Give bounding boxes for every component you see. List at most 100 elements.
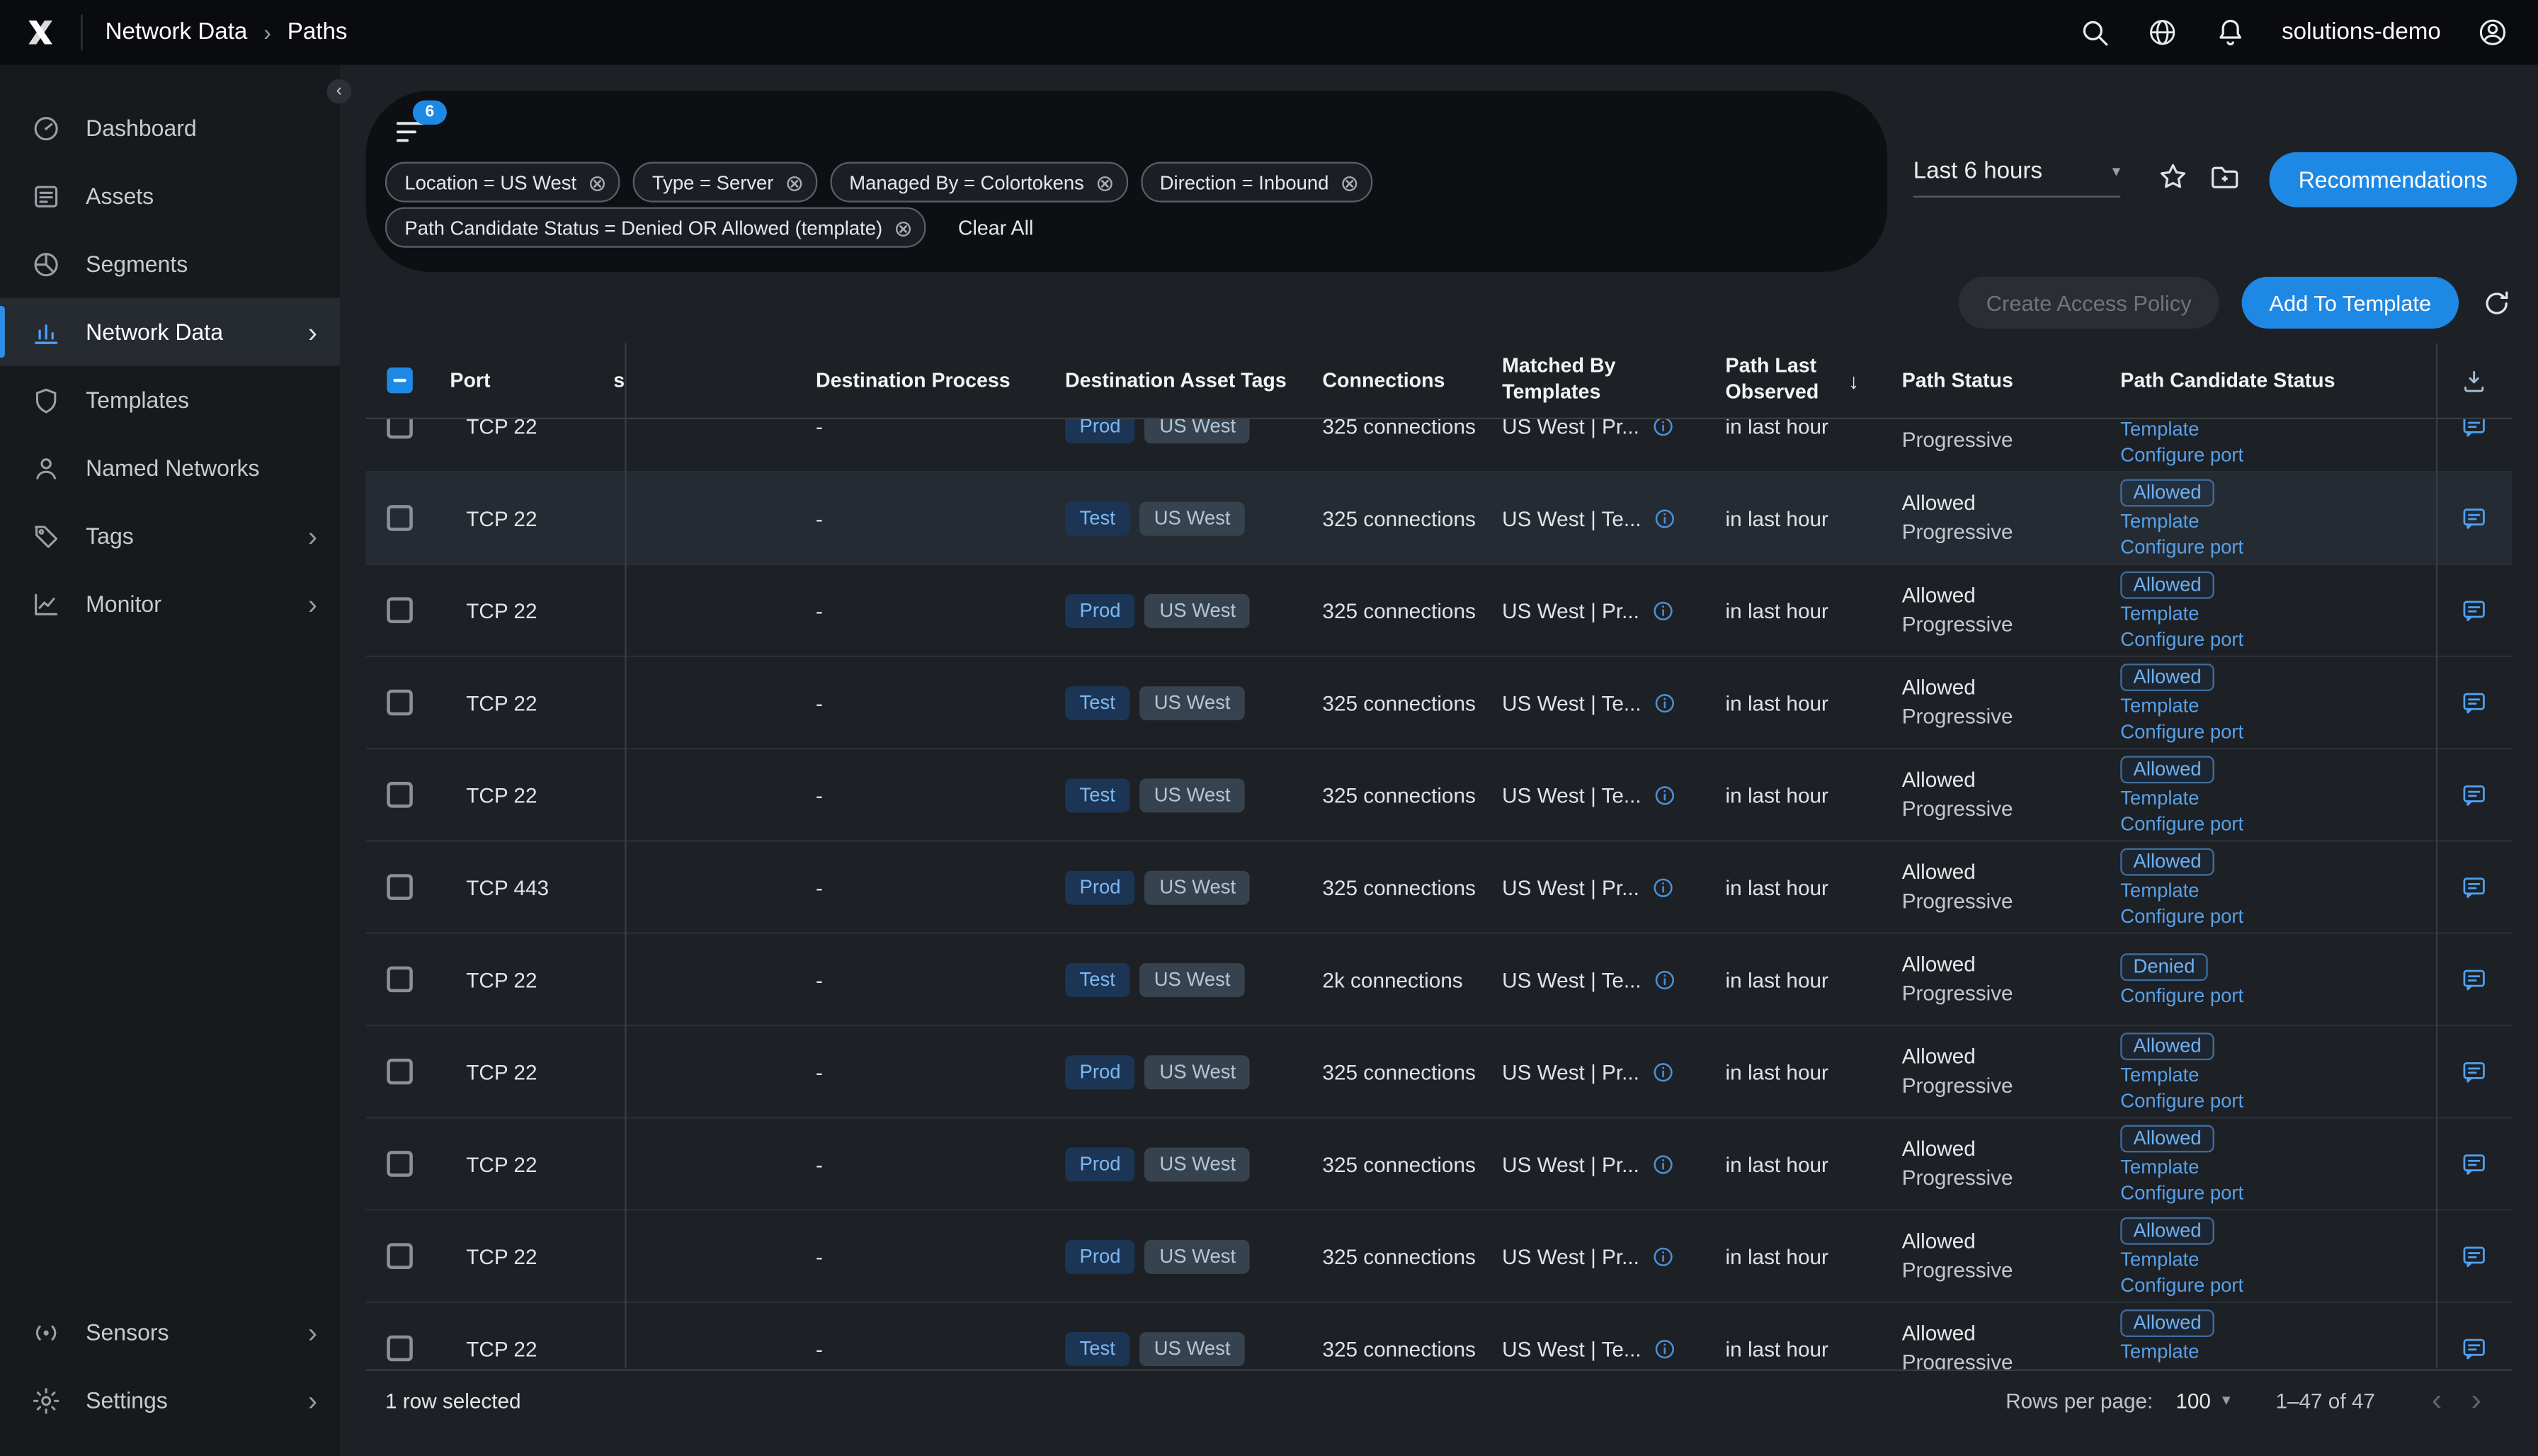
row-checkbox[interactable]: [387, 1059, 413, 1085]
remove-filter-icon[interactable]: ⊗: [1340, 171, 1359, 193]
table-row[interactable]: TCP 22 - TestUS West 325 connections US …: [366, 749, 2513, 841]
search-icon[interactable]: [2078, 16, 2110, 49]
column-header-truncated[interactable]: s: [593, 369, 625, 392]
comment-icon[interactable]: [2460, 965, 2488, 993]
candidate-action-link-configure-port[interactable]: Configure port: [2120, 625, 2243, 652]
app-logo-icon[interactable]: [23, 15, 58, 50]
column-header-path-candidate-status[interactable]: Path Candidate Status: [2112, 369, 2436, 392]
globe-icon[interactable]: [2146, 16, 2178, 49]
candidate-action-link-configure-port[interactable]: Configure port: [2120, 533, 2243, 559]
table-row[interactable]: TCP 22 - ProdUS West 325 connections US …: [366, 1211, 2513, 1303]
time-range-select[interactable]: Last 6 hours ▾: [1913, 159, 2121, 198]
candidate-action-link-template[interactable]: Template: [2120, 419, 2199, 441]
comment-icon[interactable]: [2460, 1335, 2488, 1363]
sidebar-item-sensors[interactable]: Sensors›: [0, 1298, 340, 1366]
table-row[interactable]: TCP 22 - ProdUS West 325 connections US …: [366, 1026, 2513, 1118]
filter-chip[interactable]: Type = Server⊗: [632, 162, 816, 203]
remove-filter-icon[interactable]: ⊗: [588, 171, 607, 193]
column-header-matched-by-templates[interactable]: Matched By Templates: [1502, 355, 1725, 405]
comment-icon[interactable]: [2460, 419, 2488, 440]
candidate-action-link-template[interactable]: Template: [2120, 1154, 2199, 1180]
table-row[interactable]: TCP 443 - ProdUS West 325 connections US…: [366, 842, 2513, 934]
table-row[interactable]: TCP 22 - TestUS West 325 connections US …: [366, 657, 2513, 749]
table-row[interactable]: TCP 22 - TestUS West 325 connections US …: [366, 472, 2513, 564]
candidate-action-link-configure-port[interactable]: Configure port: [2120, 1179, 2243, 1205]
candidate-action-link-template[interactable]: Template: [2120, 1338, 2199, 1364]
remove-filter-icon[interactable]: ⊗: [1096, 171, 1115, 193]
star-icon[interactable]: [2156, 160, 2190, 194]
row-checkbox[interactable]: [387, 1151, 413, 1177]
candidate-action-link-template[interactable]: Template: [2120, 1246, 2199, 1272]
sidebar-item-segments[interactable]: Segments: [0, 230, 340, 298]
column-header-connections[interactable]: Connections: [1322, 369, 1502, 392]
candidate-action-link-configure-port[interactable]: Configure port: [2120, 902, 2243, 928]
recommendations-button[interactable]: Recommendations: [2270, 152, 2517, 207]
info-icon[interactable]: [1653, 967, 1677, 991]
row-checkbox[interactable]: [387, 419, 413, 438]
candidate-action-link-template[interactable]: Template: [2120, 784, 2199, 810]
row-checkbox[interactable]: [387, 505, 413, 531]
table-row[interactable]: TCP 22 - ProdUS West 325 connections US …: [366, 419, 2513, 472]
remove-filter-icon[interactable]: ⊗: [894, 216, 913, 239]
sidebar-item-tags[interactable]: Tags›: [0, 502, 340, 570]
row-checkbox[interactable]: [387, 874, 413, 900]
comment-icon[interactable]: [2460, 873, 2488, 901]
column-header-destination-asset-tags[interactable]: Destination Asset Tags: [1065, 369, 1322, 392]
column-header-destination-process[interactable]: Destination Process: [808, 369, 1065, 392]
row-checkbox[interactable]: [387, 1336, 413, 1362]
candidate-action-link-configure-port[interactable]: Configure port: [2120, 1087, 2243, 1113]
info-icon[interactable]: [1651, 419, 1675, 438]
sidebar-item-assets[interactable]: Assets: [0, 162, 340, 230]
remove-filter-icon[interactable]: ⊗: [785, 171, 804, 193]
download-icon[interactable]: [2460, 367, 2488, 394]
info-icon[interactable]: [1651, 875, 1675, 899]
rows-per-page-select[interactable]: 100 ▾: [2175, 1388, 2230, 1412]
candidate-action-link-template[interactable]: Template: [2120, 600, 2199, 626]
clear-all-filters-button[interactable]: Clear All: [958, 216, 1033, 239]
candidate-action-link-configure-port[interactable]: Configure port: [2120, 718, 2243, 744]
info-icon[interactable]: [1651, 1244, 1675, 1268]
sidebar-item-templates[interactable]: Templates: [0, 366, 340, 434]
sidebar-collapse-button[interactable]: ‹: [327, 79, 351, 103]
info-icon[interactable]: [1653, 690, 1677, 715]
filter-chip[interactable]: Managed By = Colortokens⊗: [830, 162, 1127, 203]
candidate-action-link-template[interactable]: Template: [2120, 692, 2199, 718]
comment-icon[interactable]: [2460, 504, 2488, 532]
info-icon[interactable]: [1651, 1059, 1675, 1084]
save-view-folder-icon[interactable]: [2208, 160, 2242, 194]
previous-page-button[interactable]: ‹: [2417, 1384, 2457, 1415]
sidebar-item-settings[interactable]: Settings›: [0, 1366, 340, 1434]
row-checkbox[interactable]: [387, 782, 413, 808]
column-header-port[interactable]: Port: [434, 369, 593, 392]
sidebar-item-monitor[interactable]: Monitor›: [0, 570, 340, 638]
comment-icon[interactable]: [2460, 1150, 2488, 1178]
account-icon[interactable]: [2476, 16, 2509, 49]
bell-icon[interactable]: [2214, 16, 2246, 49]
candidate-action-link-configure-port[interactable]: Configure port: [2120, 441, 2243, 467]
table-row[interactable]: TCP 22 - ProdUS West 325 connections US …: [366, 565, 2513, 657]
table-row[interactable]: TCP 22 - TestUS West 325 connections US …: [366, 1303, 2513, 1370]
select-all-checkbox[interactable]: [387, 368, 413, 394]
comment-icon[interactable]: [2460, 689, 2488, 717]
comment-icon[interactable]: [2460, 781, 2488, 809]
filter-chip[interactable]: Location = US West⊗: [385, 162, 620, 203]
sort-descending-icon[interactable]: ↓: [1848, 368, 1859, 392]
sidebar-item-dashboard[interactable]: Dashboard: [0, 94, 340, 162]
column-header-path-status[interactable]: Path Status: [1902, 369, 2112, 392]
comment-icon[interactable]: [2460, 1242, 2488, 1270]
row-checkbox[interactable]: [387, 690, 413, 716]
breadcrumb-section[interactable]: Network Data: [106, 19, 248, 45]
filter-chip[interactable]: Direction = Inbound⊗: [1140, 162, 1372, 203]
info-icon[interactable]: [1651, 598, 1675, 622]
filter-icon[interactable]: 6: [392, 113, 429, 151]
comment-icon[interactable]: [2460, 1058, 2488, 1086]
sidebar-item-network-data[interactable]: Network Data›: [0, 298, 340, 366]
candidate-action-link-template[interactable]: Template: [2120, 1061, 2199, 1087]
info-icon[interactable]: [1651, 1151, 1675, 1176]
add-to-template-button[interactable]: Add To Template: [2242, 277, 2459, 329]
table-row[interactable]: TCP 22 - TestUS West 2k connections US W…: [366, 934, 2513, 1026]
candidate-action-link-configure-port[interactable]: Configure port: [2120, 1364, 2243, 1370]
candidate-action-link-template[interactable]: Template: [2120, 508, 2199, 534]
candidate-action-link-configure-port[interactable]: Configure port: [2120, 1271, 2243, 1297]
row-checkbox[interactable]: [387, 967, 413, 993]
